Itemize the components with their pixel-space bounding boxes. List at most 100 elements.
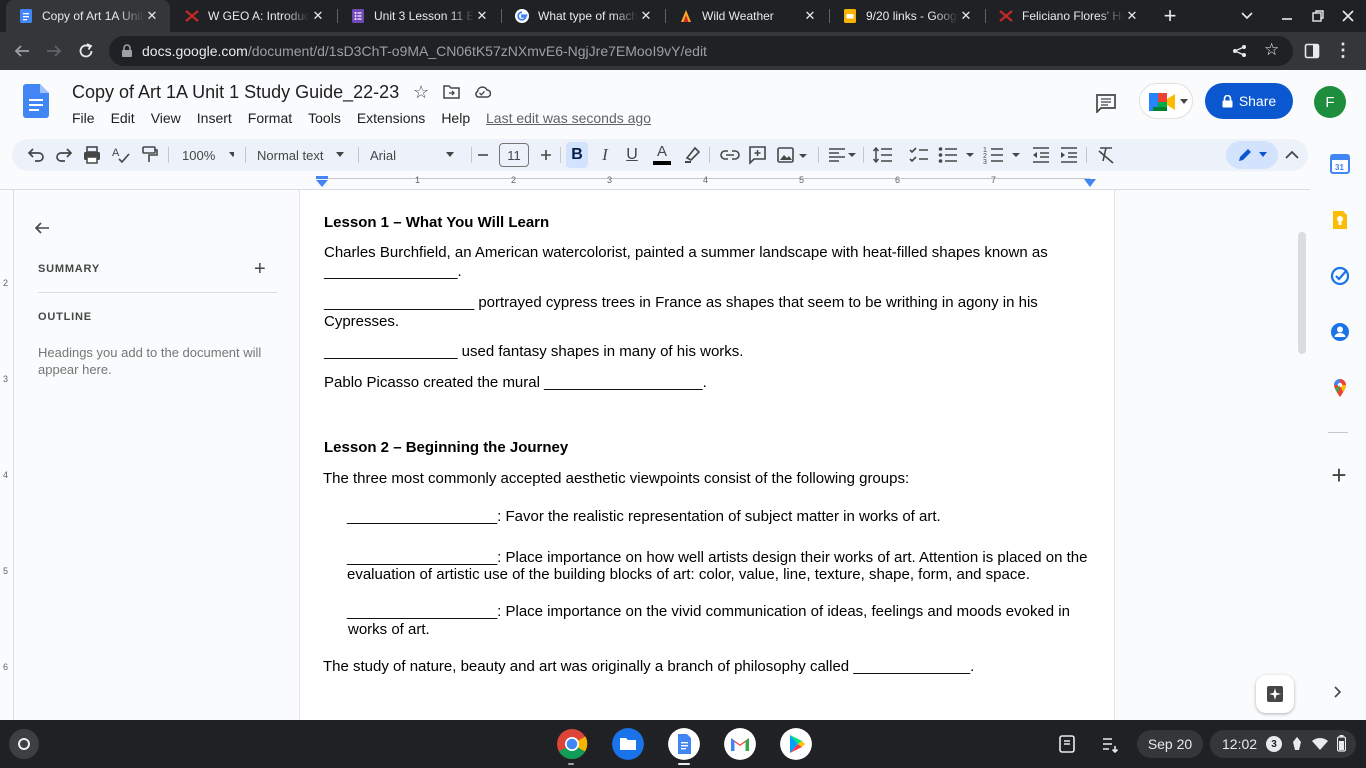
tab-home[interactable]: Feliciano Flores' Home ✕ — [986, 0, 1150, 32]
paint-format-icon[interactable] — [139, 144, 159, 166]
italic-icon[interactable]: I — [596, 144, 614, 166]
url-input[interactable]: docs.google.com/document/d/1sD3ChT-o9MA_… — [109, 36, 1293, 66]
close-icon[interactable]: ✕ — [802, 8, 818, 24]
close-icon[interactable]: ✕ — [1124, 8, 1140, 24]
close-window-icon[interactable] — [1341, 9, 1355, 23]
menu-insert[interactable]: Insert — [197, 110, 232, 126]
add-summary-icon[interactable]: + — [254, 258, 266, 281]
google-docs-logo-icon[interactable] — [23, 84, 49, 118]
forward-arrow-icon[interactable] — [45, 43, 63, 59]
address-bar-row: docs.google.com/document/d/1sD3ChT-o9MA_… — [0, 32, 1366, 70]
menu-extensions[interactable]: Extensions — [357, 110, 425, 126]
move-folder-icon[interactable] — [443, 84, 460, 99]
menu-edit[interactable]: Edit — [111, 110, 135, 126]
google-maps-icon[interactable] — [1330, 378, 1350, 398]
style-select[interactable]: Normal text — [257, 144, 347, 166]
more-vert-icon[interactable]: ⋮ — [1334, 39, 1352, 61]
google-docs-app-icon[interactable] — [668, 728, 700, 760]
document-title[interactable]: Copy of Art 1A Unit 1 Study Guide_22-23 — [72, 82, 399, 103]
increase-font-size-icon[interactable] — [539, 144, 553, 166]
editing-mode-button[interactable] — [1226, 141, 1278, 169]
increase-indent-icon[interactable] — [1059, 144, 1079, 166]
checklist-icon[interactable] — [908, 144, 930, 166]
numbered-list-icon[interactable]: 123 — [983, 144, 1023, 166]
menu-file[interactable]: File — [72, 110, 95, 126]
zoom-select[interactable]: 100% — [182, 144, 234, 166]
font-size-input[interactable]: 11 — [499, 143, 529, 167]
tab-slides[interactable]: 9/20 links - Google Slides ✕ — [830, 0, 984, 32]
decrease-font-size-icon[interactable] — [476, 144, 490, 166]
close-icon[interactable]: ✕ — [474, 8, 490, 24]
bold-icon[interactable]: B — [566, 142, 588, 168]
last-edit-link[interactable]: Last edit was seconds ago — [486, 110, 651, 126]
launcher-button[interactable] — [9, 729, 39, 759]
menu-help[interactable]: Help — [441, 110, 470, 126]
left-indent-marker-icon[interactable] — [315, 176, 329, 188]
date-tray[interactable]: Sep 20 — [1137, 730, 1203, 758]
collapse-menus-icon[interactable] — [1284, 144, 1300, 166]
cloud-saved-icon[interactable] — [473, 85, 491, 98]
decrease-indent-icon[interactable] — [1031, 144, 1051, 166]
share-button[interactable]: Share — [1205, 83, 1293, 119]
bookmark-star-icon[interactable]: ☆ — [1264, 40, 1279, 60]
font-select[interactable]: Arial — [370, 144, 460, 166]
star-icon[interactable]: ☆ — [413, 82, 429, 103]
document-page[interactable]: Lesson 1 – What You Will Learn Charles B… — [299, 190, 1115, 720]
share-page-icon[interactable] — [1232, 44, 1248, 58]
tab-docs[interactable]: Copy of Art 1A Unit 1 Study Guide_22-23 … — [6, 0, 170, 32]
new-tab-icon[interactable]: + — [1160, 3, 1180, 28]
chrome-icon[interactable] — [556, 728, 588, 760]
close-icon[interactable]: ✕ — [958, 8, 974, 24]
status-tray[interactable]: 12:02 3 — [1210, 730, 1356, 758]
menu-format[interactable]: Format — [248, 110, 292, 126]
meet-button[interactable] — [1139, 83, 1193, 119]
undo-icon[interactable] — [26, 144, 46, 166]
close-icon[interactable]: ✕ — [638, 8, 654, 24]
explore-button[interactable] — [1256, 675, 1294, 713]
google-keep-icon[interactable] — [1330, 210, 1350, 230]
account-avatar[interactable]: F — [1314, 86, 1346, 118]
tab-search-chevron-icon[interactable] — [1240, 10, 1254, 22]
restore-icon[interactable] — [1311, 9, 1325, 23]
print-icon[interactable] — [82, 144, 102, 166]
tab-geo[interactable]: W GEO A: Introduction ✕ — [172, 0, 336, 32]
files-icon[interactable] — [612, 728, 644, 760]
google-calendar-icon[interactable]: 31 — [1330, 154, 1350, 174]
bulleted-list-icon[interactable] — [937, 144, 977, 166]
add-comment-icon[interactable] — [748, 144, 768, 166]
tab-weather[interactable]: Wild Weather ✕ — [666, 0, 828, 32]
back-arrow-icon[interactable] — [33, 220, 51, 236]
tab-search[interactable]: What type of machine ✕ — [502, 0, 664, 32]
highlight-icon[interactable] — [682, 144, 702, 166]
chevron-right-icon[interactable] — [1333, 685, 1343, 699]
reload-icon[interactable] — [77, 42, 95, 60]
align-left-icon[interactable] — [827, 144, 857, 166]
text-color-icon[interactable]: A — [652, 144, 672, 166]
google-contacts-icon[interactable] — [1330, 322, 1350, 342]
right-indent-marker-icon[interactable] — [1083, 178, 1097, 188]
close-icon[interactable]: ✕ — [144, 8, 160, 24]
play-store-icon[interactable] — [780, 728, 812, 760]
gmail-icon[interactable] — [724, 728, 756, 760]
tab-forms[interactable]: Unit 3 Lesson 11 Exit Ticket ✕ — [338, 0, 500, 32]
comments-icon[interactable] — [1095, 93, 1117, 113]
tote-clipboard-icon[interactable] — [1100, 734, 1120, 754]
line-spacing-icon[interactable] — [872, 144, 894, 166]
vertical-scrollbar[interactable] — [1298, 232, 1306, 354]
clear-formatting-icon[interactable] — [1096, 144, 1116, 166]
side-panel-icon[interactable] — [1304, 43, 1320, 59]
google-tasks-icon[interactable] — [1330, 266, 1350, 286]
spellcheck-icon[interactable]: A — [111, 144, 131, 166]
back-arrow-icon[interactable] — [13, 43, 31, 59]
minimize-icon[interactable] — [1280, 10, 1294, 22]
redo-icon[interactable] — [54, 144, 74, 166]
insert-image-icon[interactable] — [776, 144, 808, 166]
close-icon[interactable]: ✕ — [310, 8, 326, 24]
phone-hub-icon[interactable] — [1057, 734, 1077, 754]
underline-icon[interactable]: U — [623, 144, 641, 166]
get-addons-icon[interactable]: + — [1328, 460, 1350, 490]
menu-view[interactable]: View — [151, 110, 181, 126]
menu-tools[interactable]: Tools — [308, 110, 341, 126]
insert-link-icon[interactable] — [719, 144, 741, 166]
url-host: docs.google.com — [142, 43, 248, 59]
